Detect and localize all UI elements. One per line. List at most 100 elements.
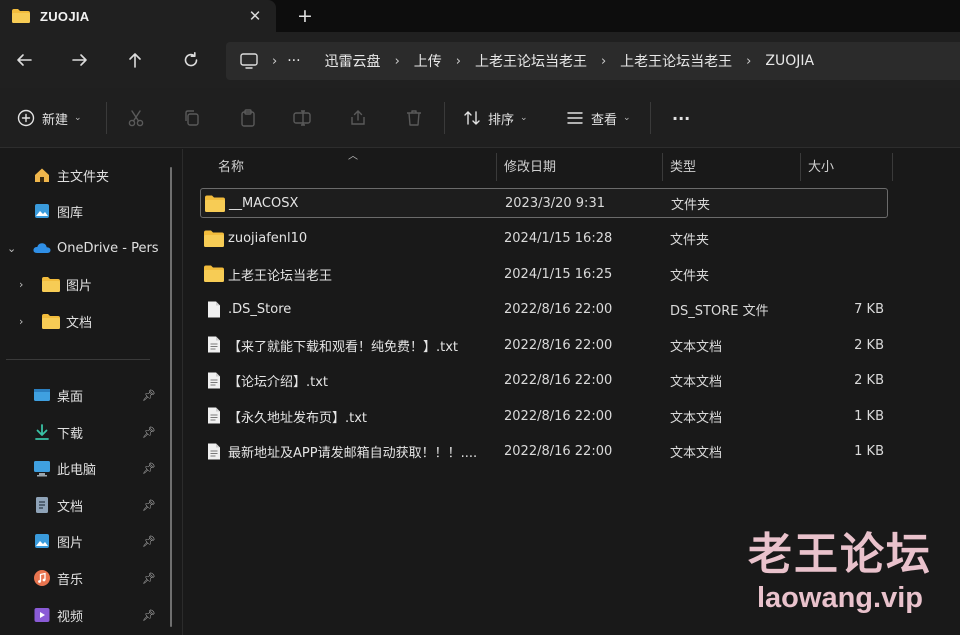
up-button[interactable] xyxy=(119,44,151,76)
column-header-modified[interactable]: 修改日期 xyxy=(504,149,556,181)
new-tab-button[interactable]: + xyxy=(292,3,318,29)
navigation-pane: 主文件夹 图库 ⌄ OneDrive - Pers › 图片 › 文档 桌面 📌… xyxy=(0,149,183,635)
explorer-tab[interactable]: ZUOJIA xyxy=(0,0,276,32)
file-size: 2 KB xyxy=(854,373,884,388)
sidebar-item-documents[interactable]: 文档 📌︎ xyxy=(0,488,183,522)
file-row[interactable]: 【论坛介绍】.txt 2022/8/16 22:00 文本文档 2 KB xyxy=(200,366,888,396)
tab-title: ZUOJIA xyxy=(40,8,90,24)
home-icon xyxy=(33,166,51,184)
sidebar-scrollbar[interactable] xyxy=(170,167,172,627)
sidebar-item-onedrive-documents[interactable]: › 文档 xyxy=(0,304,183,338)
chevron-right-icon: › xyxy=(600,53,607,69)
sidebar-item-label: 音乐 xyxy=(57,572,84,588)
sidebar-item-gallery[interactable]: 图库 xyxy=(0,194,183,228)
file-size: 7 KB xyxy=(854,302,884,317)
column-header-type[interactable]: 类型 xyxy=(670,149,696,181)
column-divider[interactable] xyxy=(892,153,893,181)
breadcrumb-item[interactable]: 上传 xyxy=(414,51,442,71)
sort-icon xyxy=(464,111,480,125)
forward-button[interactable] xyxy=(64,44,96,76)
new-label: 新建 xyxy=(42,112,69,128)
sidebar-item-music[interactable]: 音乐 📌︎ xyxy=(0,561,183,595)
sidebar-item-pictures[interactable]: 图片 📌︎ xyxy=(0,524,183,558)
column-header-size[interactable]: 大小 xyxy=(808,149,834,181)
sort-label: 排序 xyxy=(488,112,515,128)
refresh-button[interactable] xyxy=(175,44,207,76)
chevron-right-icon: › xyxy=(455,53,461,69)
column-divider[interactable] xyxy=(496,153,497,181)
watermark-title: 老王论坛 xyxy=(748,529,932,580)
file-row[interactable]: 【来了就能下载和观看！纯免费！】.txt 2022/8/16 22:00 文本文档 2… xyxy=(200,330,888,360)
close-tab-button[interactable]: ✕ xyxy=(244,5,266,27)
pin-icon[interactable]: 📌︎ xyxy=(142,426,156,439)
text-file-icon xyxy=(204,372,224,389)
file-row[interactable]: 上老王论坛当老王 2024/1/15 16:25 文件夹 xyxy=(200,259,888,289)
watermark: 老王论坛 laowang.vip xyxy=(740,530,940,616)
plus-icon: + xyxy=(297,5,313,27)
file-name: 【永久地址发布页】.txt xyxy=(228,410,368,426)
watermark-url: laowang.vip xyxy=(757,582,923,614)
sidebar-item-label: 文档 xyxy=(57,499,84,515)
column-label: 修改日期 xyxy=(504,159,557,175)
file-row[interactable]: __MACOSX 2023/3/20 9:31 文件夹 xyxy=(200,188,888,218)
chevron-right-icon: › xyxy=(272,53,278,69)
add-circle-icon xyxy=(17,109,35,127)
music-icon xyxy=(33,569,51,587)
more-options-button[interactable]: ··· xyxy=(672,104,690,132)
copy-button[interactable] xyxy=(182,104,202,132)
breadcrumb-item[interactable]: 迅雷云盘 xyxy=(325,51,381,71)
sort-button[interactable]: 排序 ⌄ xyxy=(462,104,528,132)
address-bar[interactable]: › ··· 迅雷云盘 › 上传 › 上老王论坛当老王 › 上老王论坛当老王 › … xyxy=(226,42,960,80)
more-icon: ··· xyxy=(672,108,691,128)
folder-icon xyxy=(204,265,224,282)
column-divider[interactable] xyxy=(800,153,801,181)
pin-icon[interactable]: 📌︎ xyxy=(142,499,156,512)
column-divider[interactable] xyxy=(662,153,663,181)
sidebar-item-onedrive-pictures[interactable]: › 图片 xyxy=(0,267,183,301)
breadcrumb-item[interactable]: 上老王论坛当老王 xyxy=(475,51,587,71)
pin-icon[interactable]: 📌︎ xyxy=(142,389,156,402)
pin-icon[interactable]: 📌︎ xyxy=(142,572,156,585)
column-label: 大小 xyxy=(808,159,835,175)
new-button[interactable]: 新建 ⌄ xyxy=(16,104,82,132)
file-row[interactable]: zuojiafenl10 2024/1/15 16:28 文件夹 xyxy=(200,224,888,254)
view-button[interactable]: 查看 ⌄ xyxy=(565,104,631,132)
pin-icon[interactable]: 📌︎ xyxy=(142,462,156,475)
pin-icon[interactable]: 📌︎ xyxy=(142,609,156,622)
gallery-icon xyxy=(33,202,51,220)
breadcrumb-item[interactable]: ZUOJIA xyxy=(765,53,814,69)
title-bar: ZUOJIA ✕ + xyxy=(0,0,960,32)
file-size: 2 KB xyxy=(854,337,884,353)
back-button[interactable] xyxy=(8,44,40,76)
sidebar-item-this-pc[interactable]: 此电脑 📌︎ xyxy=(0,451,183,485)
sidebar-item-label: 图片 xyxy=(66,278,93,294)
file-size: 1 KB xyxy=(854,444,884,459)
file-size: 1 KB xyxy=(854,408,884,424)
sidebar-item-onedrive[interactable]: ⌄ OneDrive - Pers xyxy=(0,231,183,265)
text-file-icon xyxy=(204,407,224,424)
rename-button[interactable] xyxy=(292,104,312,132)
column-header-name[interactable]: 名称 xyxy=(218,149,244,181)
file-type: 文本文档 xyxy=(670,339,723,355)
file-row[interactable]: 【永久地址发布页】.txt 2022/8/16 22:00 文本文档 1 KB xyxy=(200,401,888,431)
sidebar-item-videos[interactable]: 视频 📌︎ xyxy=(0,598,183,632)
delete-button[interactable] xyxy=(404,104,424,132)
sort-ascending-icon: ︿ xyxy=(348,151,358,162)
breadcrumb-item[interactable]: 上老王论坛当老王 xyxy=(620,51,732,71)
file-row[interactable]: 最新地址及APP请发邮箱自动获取！！！.... 2022/8/16 22:00 文本… xyxy=(200,437,888,467)
sidebar-item-label: 主文件夹 xyxy=(57,169,110,185)
chevron-down-icon: ⌄ xyxy=(7,241,17,255)
cut-button[interactable] xyxy=(126,104,146,132)
pin-icon[interactable]: 📌︎ xyxy=(142,535,156,548)
share-button[interactable] xyxy=(348,104,368,132)
breadcrumb-overflow[interactable]: ··· xyxy=(287,53,300,69)
file-row[interactable]: .DS_Store 2022/8/16 22:00 DS_STORE 文件 7 KB xyxy=(200,295,888,325)
sidebar-item-desktop[interactable]: 桌面 📌︎ xyxy=(0,378,183,412)
chevron-right-icon: › xyxy=(394,53,400,69)
sidebar-item-downloads[interactable]: 下载 📌︎ xyxy=(0,415,183,449)
file-type: DS_STORE 文件 xyxy=(670,304,769,319)
paste-button[interactable] xyxy=(238,104,258,132)
chevron-down-icon: ⌄ xyxy=(74,113,82,123)
file-icon xyxy=(204,301,224,318)
sidebar-item-home[interactable]: 主文件夹 xyxy=(0,158,183,192)
